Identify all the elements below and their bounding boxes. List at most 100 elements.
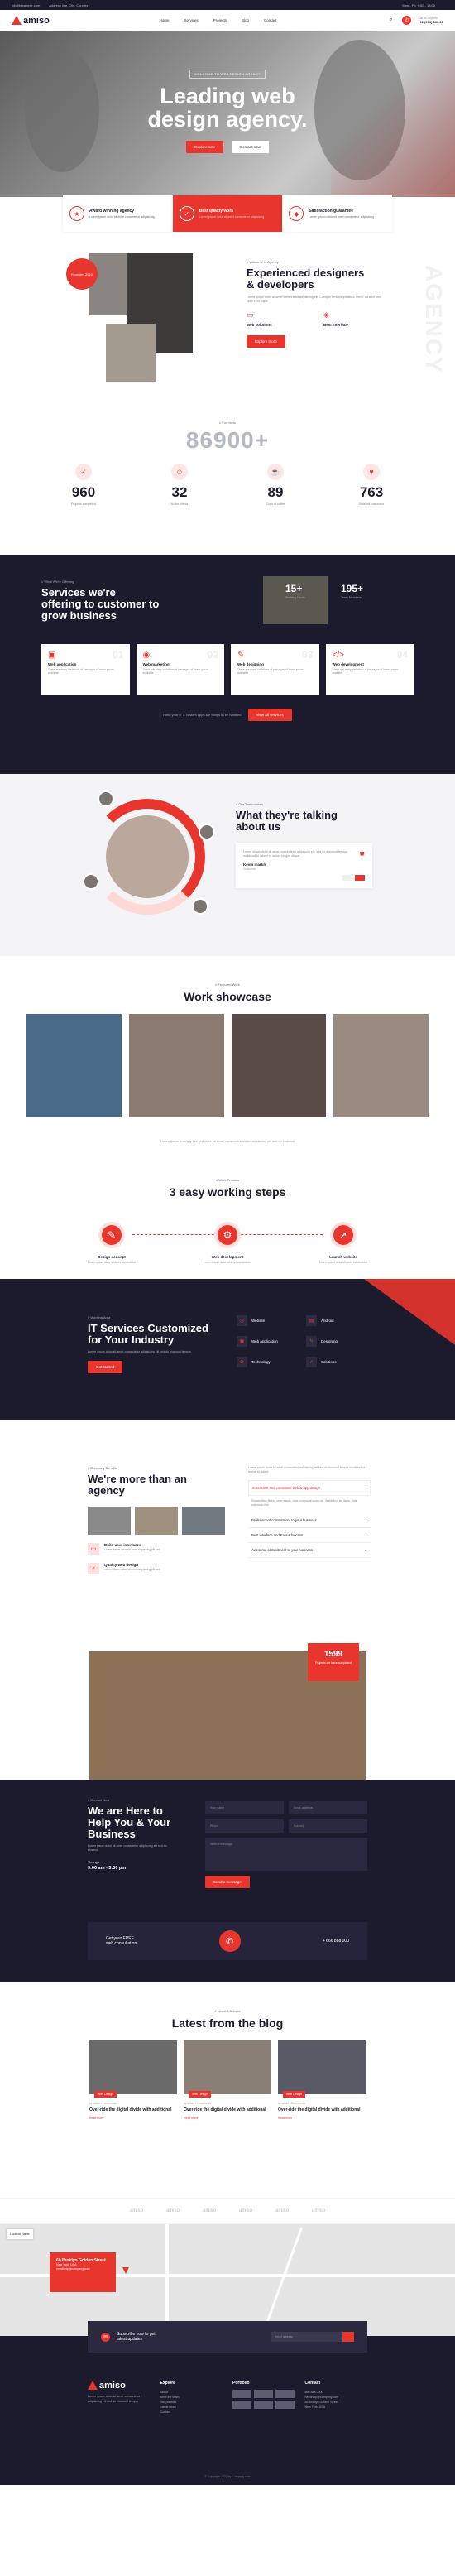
map-pin-icon [122, 2267, 129, 2274]
interface-icon: ▭ [88, 1543, 99, 1555]
email-field[interactable]: Email address [289, 1801, 367, 1814]
accordion-item[interactable]: Best interface and Fabus function ⌄ [248, 1528, 371, 1543]
gallery-thumb[interactable] [254, 2401, 274, 2409]
blog-post[interactable]: Web Design by admin / 2 comments Over-ride… [89, 2040, 177, 2120]
contact-form: Your name Email address Phone Subject Wr… [205, 1801, 367, 1888]
footer-link[interactable]: Contact [160, 2410, 223, 2415]
prev-arrow-button[interactable] [342, 875, 352, 881]
blog-post[interactable]: Web Design by admin / 2 comments Over-ride… [278, 2040, 366, 2120]
it-services-section: // Working Area IT Services Customized fo… [0, 1279, 455, 1420]
service-card[interactable]: ◉ 02 Web marketing There are many variation… [136, 644, 224, 695]
blog-post[interactable]: Web Design by admin / 2 comments Over-ride… [184, 2040, 271, 2120]
step-item: ⚙ Web development Lorem ipsum dolor sit am… [194, 1222, 261, 1264]
service-card[interactable]: ▣ 01 Web application There are many variati… [41, 644, 130, 695]
map[interactable]: Location Name 60 Broklyn Golden Street Ne… [0, 2224, 455, 2336]
gallery-thumb[interactable] [232, 2390, 252, 2398]
contact-now-button[interactable]: Contact now [231, 141, 269, 153]
gallery-thumb[interactable] [275, 2401, 295, 2409]
send-button[interactable] [342, 2332, 354, 2342]
avatar[interactable] [199, 824, 215, 840]
feature-text: Lorem ipsum dolor sit amet consectetur a… [309, 214, 374, 219]
avatar[interactable] [98, 791, 114, 807]
more-text: Lorem ipsum dolor sit amet consectetur a… [248, 1466, 366, 1473]
nav-item-blog[interactable]: Blog [242, 18, 249, 22]
name-field[interactable]: Your name [205, 1801, 284, 1814]
message-field[interactable]: Write a message [205, 1838, 367, 1871]
get-started-button[interactable]: Get started [88, 1361, 123, 1373]
it-item[interactable]: ✎ Designing [306, 1336, 369, 1347]
it-item[interactable]: ▣ Web application [237, 1336, 299, 1347]
work-title: Work showcase [184, 990, 271, 1003]
tech-icon: ⚙ [237, 1357, 247, 1367]
nav-item-contact[interactable]: Contact [264, 18, 277, 22]
map-road [262, 2227, 303, 2333]
read-more-link[interactable]: Read more [278, 2117, 366, 2120]
help-pre: // Contact Now [88, 1798, 110, 1802]
map-info: Location Name [7, 2229, 33, 2239]
subscribe-input[interactable]: Email address [271, 2332, 354, 2342]
check-icon: ✓ [75, 464, 92, 480]
accordion-item[interactable]: Professional commitment to your business… [248, 1513, 371, 1528]
logo[interactable]: amiso [12, 16, 50, 26]
work-image[interactable] [333, 1014, 429, 1117]
read-more-link[interactable]: Read more [89, 2117, 177, 2120]
mail-icon: ✉ [101, 2332, 110, 2342]
explore-now-button[interactable]: Explore now [186, 141, 223, 153]
consult-phone[interactable]: + 666 888 000 [323, 1939, 349, 1944]
step-item: ➚ Launch website Lorem ipsum dolor sit ame… [310, 1222, 376, 1264]
client-logo: amiso [312, 2208, 326, 2213]
users-icon: ☺ [171, 464, 188, 480]
phone-icon[interactable]: ✆ [218, 1930, 241, 1952]
nav-item-home[interactable]: Home [159, 18, 169, 22]
benefit-image [135, 1507, 178, 1535]
accordion-item[interactable]: Awesome commitment to your business ⌄ [248, 1543, 371, 1558]
topbar-address: Address line, City, Country [49, 2, 89, 7]
view-services-button[interactable]: View all services [247, 709, 292, 721]
stats-big-number: 86900+ [185, 427, 270, 453]
avatar[interactable] [192, 898, 208, 915]
avatar[interactable] [83, 873, 99, 890]
benefit-item: ✓ Quality web design Lorem ipsum dolor sit… [88, 1563, 225, 1574]
next-arrow-button[interactable] [355, 875, 365, 881]
nav-item-services[interactable]: Services [184, 18, 198, 22]
interface-icon: ◈ [323, 310, 329, 319]
phone-field[interactable]: Phone [205, 1819, 284, 1833]
work-section: // Featured Work Work showcase Lorem ips… [0, 956, 455, 1279]
footer-portfolio: Portfolio [232, 2381, 295, 2415]
launch-icon: ➚ [330, 1222, 357, 1248]
service-card[interactable]: </> 04 Web development There are many varia… [325, 644, 414, 695]
read-more-link[interactable]: Read more [184, 2117, 271, 2120]
chevron-down-icon: ⌄ [364, 1533, 367, 1537]
gallery-thumb[interactable] [275, 2390, 295, 2398]
send-message-button[interactable]: Send a message [205, 1876, 250, 1888]
it-item[interactable]: ✓ Solutions [306, 1357, 369, 1367]
footer-contact: Contact 666 888 0000 needhelp@company.co… [305, 2381, 368, 2415]
work-image[interactable] [26, 1014, 122, 1117]
it-item[interactable]: ◎ Website [237, 1315, 299, 1326]
gallery-thumb[interactable] [232, 2401, 252, 2409]
client-logo: amiso [275, 2208, 290, 2213]
stat-item: ♥ 763 Satisfied customers [334, 464, 409, 506]
nav-item-projects[interactable]: Projects [213, 18, 227, 22]
accordion-item[interactable]: Interactive and consistent web & app des… [248, 1480, 371, 1497]
gallery-thumb[interactable] [254, 2390, 274, 2398]
hours: Timings 9:00 am - 5:30 pm [88, 1860, 127, 1872]
main-nav: amiso Home Services Projects Blog Contac… [0, 10, 455, 31]
shield-icon: ◆ [289, 206, 304, 221]
it-item[interactable]: ▤ Android [306, 1315, 369, 1326]
explore-more-button[interactable]: Explore more [247, 335, 285, 348]
topbar-hours: Mon - Fri: 9:00 - 18:00 [402, 2, 435, 7]
search-icon[interactable]: ⌕ [386, 16, 395, 25]
phone-icon: ✆ [402, 16, 412, 25]
service-card[interactable]: ✎ 03 Web designing There are many variation… [231, 644, 319, 695]
hero: WELCOME TO WEB DESIGN AGENCY Leading web… [0, 31, 455, 197]
work-image[interactable] [128, 1014, 224, 1117]
feature-title: Award winning agency [89, 208, 135, 214]
work-image[interactable] [231, 1014, 327, 1117]
nav-phone[interactable]: Call us anytime +92 (003) 666-90 [418, 17, 443, 24]
topbar-email[interactable]: info@example.com [12, 3, 40, 7]
chevron-down-icon: ⌄ [364, 1548, 367, 1552]
subject-field[interactable]: Subject [289, 1819, 367, 1833]
it-item[interactable]: ⚙ Technology [237, 1357, 299, 1367]
benefit-image [182, 1507, 225, 1535]
